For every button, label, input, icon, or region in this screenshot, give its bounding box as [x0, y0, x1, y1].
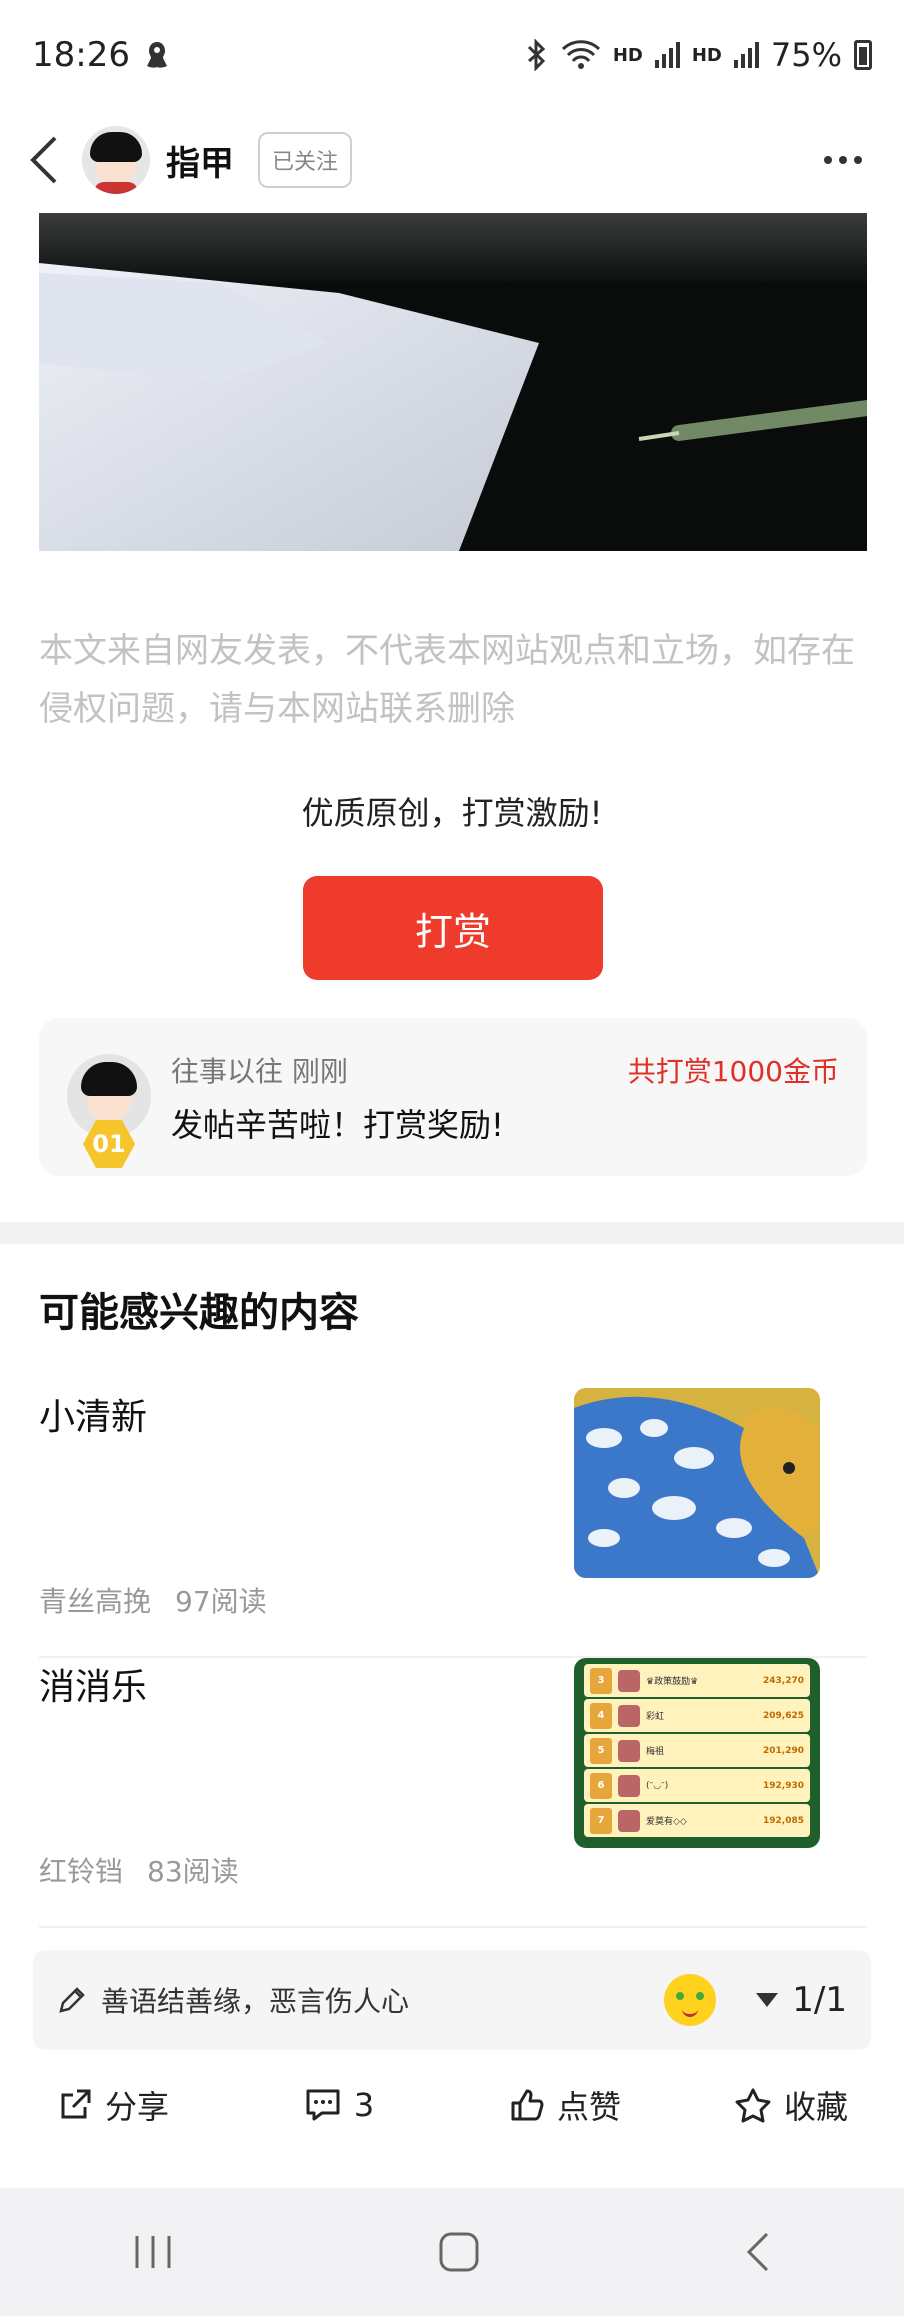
signal-icon: [654, 42, 680, 68]
status-left: 18:26: [32, 35, 170, 75]
like-button[interactable]: 点赞: [452, 2082, 678, 2128]
like-label: 点赞: [556, 2088, 621, 2126]
battery-percent: 75%: [770, 36, 842, 74]
network-label-1: HD: [612, 44, 643, 66]
status-right: HD HD 75%: [525, 36, 872, 74]
home-icon[interactable]: [437, 2230, 481, 2274]
share-icon: [61, 2089, 91, 2119]
recommendation-reads: 83阅读: [147, 1855, 239, 1888]
article-image: [39, 213, 867, 551]
share-label: 分享: [104, 2088, 169, 2126]
recommendation-reads: 97阅读: [175, 1585, 267, 1618]
author-avatar[interactable]: [82, 126, 150, 194]
recommendation-meta: 红铃铛 83阅读: [39, 1850, 239, 1890]
leaderboard-row: 3 ♛政策鼓励♛ 243,270: [584, 1664, 810, 1697]
comment-bar: 善语结善缘，恶言伤人心 1/1: [33, 1950, 871, 2050]
comment-button[interactable]: 3: [226, 2086, 452, 2124]
recommendation-author: 青丝高挽: [39, 1585, 152, 1618]
favorite-label: 收藏: [783, 2088, 848, 2126]
recommendations-title: 可能感兴趣的内容: [39, 1290, 359, 1336]
recommendation-meta: 青丝高挽 97阅读: [39, 1580, 267, 1620]
emoji-icon[interactable]: [664, 1974, 717, 2026]
status-bar: 18:26 HD HD 75%: [0, 0, 904, 110]
back-arrow-icon: [30, 136, 57, 184]
back-button[interactable]: [24, 130, 64, 190]
star-icon: [735, 2088, 771, 2123]
dropdown-triangle-icon: [756, 1993, 779, 2007]
recommendation-title[interactable]: 小清新: [39, 1388, 147, 1440]
recommendation-item[interactable]: 消消乐 红铃铛 83阅读 3 ♛政策鼓励♛ 243,270 4 彩虹 209,625 5梅…: [39, 1658, 867, 1928]
signal-icon-2: [733, 42, 759, 68]
recommendation-author: 红铃铛: [39, 1855, 124, 1888]
status-time: 18:26: [32, 35, 130, 75]
reward-button[interactable]: 打赏: [303, 876, 603, 980]
reward-record-card: 01 往事以往 刚刚 共打赏1000金币 发帖辛苦啦！打赏奖励!: [39, 1018, 867, 1176]
recommendation-item[interactable]: 小清新 青丝高挽 97阅读: [39, 1388, 867, 1658]
favorite-button[interactable]: 收藏: [678, 2082, 904, 2128]
more-options-icon[interactable]: [824, 156, 880, 164]
reward-tip: 优质原创，打赏激励!: [301, 794, 603, 832]
rewarder-meta: 往事以往 刚刚: [171, 1050, 348, 1090]
recommendation-thumbnail[interactable]: 3 ♛政策鼓励♛ 243,270 4 彩虹 209,625 5 梅祖 201,290 6 (ᵔ…: [574, 1658, 820, 1848]
author-name[interactable]: 指甲: [166, 136, 234, 185]
pencil-icon: [59, 1987, 85, 2013]
leaderboard-row: 6 (ᵔ◡ᵔ) 192,930: [584, 1769, 810, 1802]
reward-total[interactable]: 共打赏1000金币: [628, 1050, 839, 1090]
share-button[interactable]: 分享: [0, 2082, 226, 2128]
article-disclaimer: 本文来自网友发表，不代表本网站观点和立场，如存在侵权问题，请与本网站联系删除: [39, 631, 855, 729]
comment-input[interactable]: 善语结善缘，恶言伤人心: [57, 1980, 409, 2020]
recent-apps-icon[interactable]: [131, 2232, 175, 2272]
section-divider: [0, 1222, 904, 1244]
rewarder-name[interactable]: 往事以往: [171, 1055, 283, 1088]
page-indicator[interactable]: 1/1: [756, 1980, 847, 2020]
follow-button[interactable]: 已关注: [258, 132, 353, 188]
comment-icon: [306, 2089, 340, 2121]
notification-app-icon: [146, 42, 167, 68]
reward-message: 发帖辛苦啦！打赏奖励!: [171, 1106, 504, 1144]
system-navigation-bar: [0, 2188, 904, 2316]
comment-placeholder: 善语结善缘，恶言伤人心: [101, 1985, 410, 2018]
page-indicator-text: 1/1: [792, 1980, 847, 2020]
recommendation-thumbnail[interactable]: [574, 1388, 820, 1578]
battery-icon: [854, 40, 872, 70]
reward-time: 刚刚: [291, 1055, 348, 1088]
network-label-2: HD: [691, 44, 722, 66]
top-navigation: 指甲 已关注: [0, 110, 904, 210]
leaderboard-row: 4 彩虹 209,625: [584, 1699, 810, 1732]
leaderboard-row: 7 爱莫有◇◇ 192,085: [584, 1804, 810, 1837]
leaderboard-row: 5 梅祖 201,290: [584, 1734, 810, 1767]
recommendation-title[interactable]: 消消乐: [39, 1658, 147, 1710]
action-bar: 分享 3 点赞 收藏: [0, 2060, 904, 2150]
comment-count: 3: [353, 2086, 375, 2124]
fabric-photo: [574, 1388, 820, 1578]
article-photo: [39, 213, 867, 551]
bluetooth-icon: [527, 39, 546, 71]
thumbs-up-icon: [511, 2089, 544, 2121]
system-back-icon[interactable]: [743, 2230, 773, 2274]
wifi-icon: [561, 40, 600, 69]
